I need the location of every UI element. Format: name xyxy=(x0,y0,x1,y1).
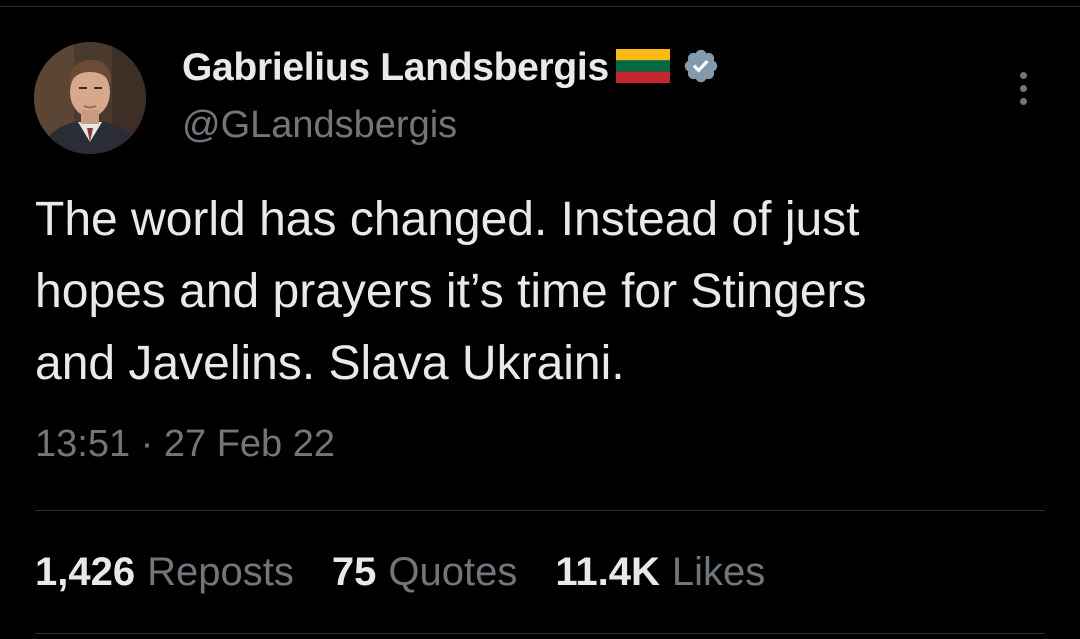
stats-divider-top xyxy=(35,510,1045,511)
tweet: Gabrielius Landsbergis @GLandsbergis The… xyxy=(0,0,1080,639)
reposts-label: Reposts xyxy=(147,550,294,594)
tweet-timestamp[interactable]: 13:51 · 27 Feb 22 xyxy=(35,423,335,466)
lithuania-flag-icon xyxy=(615,48,670,88)
tweet-text-line: and Javelins. Slava Ukraini. xyxy=(35,337,625,390)
author-handle[interactable]: @GLandsbergis xyxy=(182,104,457,147)
tweet-text-line: hopes and prayers it’s time for Stingers xyxy=(35,265,867,318)
likes-stat[interactable]: 11.4K Likes xyxy=(555,550,765,595)
quotes-label: Quotes xyxy=(388,550,518,594)
tweet-text-line: The world has changed. Instead of just xyxy=(35,193,860,246)
author-name-row: Gabrielius Landsbergis xyxy=(182,44,720,92)
avatar[interactable] xyxy=(34,42,146,154)
tweet-text: The world has changed. Instead of just h… xyxy=(35,184,1055,400)
reposts-count: 1,426 xyxy=(35,550,136,594)
reposts-stat[interactable]: 1,426 Reposts xyxy=(35,550,294,595)
stats-divider-bottom xyxy=(35,633,1045,634)
likes-label: Likes xyxy=(671,550,766,594)
author-display-name[interactable]: Gabrielius Landsbergis xyxy=(182,46,609,90)
avatar-photo xyxy=(34,42,146,154)
more-options-icon xyxy=(1019,71,1027,79)
more-options-icon-dot xyxy=(1019,84,1027,92)
more-options-button[interactable] xyxy=(1006,66,1040,110)
engagement-stats: 1,426 Reposts 75 Quotes 11.4K Likes xyxy=(35,550,765,595)
quotes-stat[interactable]: 75 Quotes xyxy=(332,550,517,595)
more-options-icon-dot xyxy=(1019,97,1027,105)
verified-badge-icon[interactable] xyxy=(682,47,720,90)
quotes-count: 75 xyxy=(331,550,377,594)
likes-count: 11.4K xyxy=(555,550,660,594)
